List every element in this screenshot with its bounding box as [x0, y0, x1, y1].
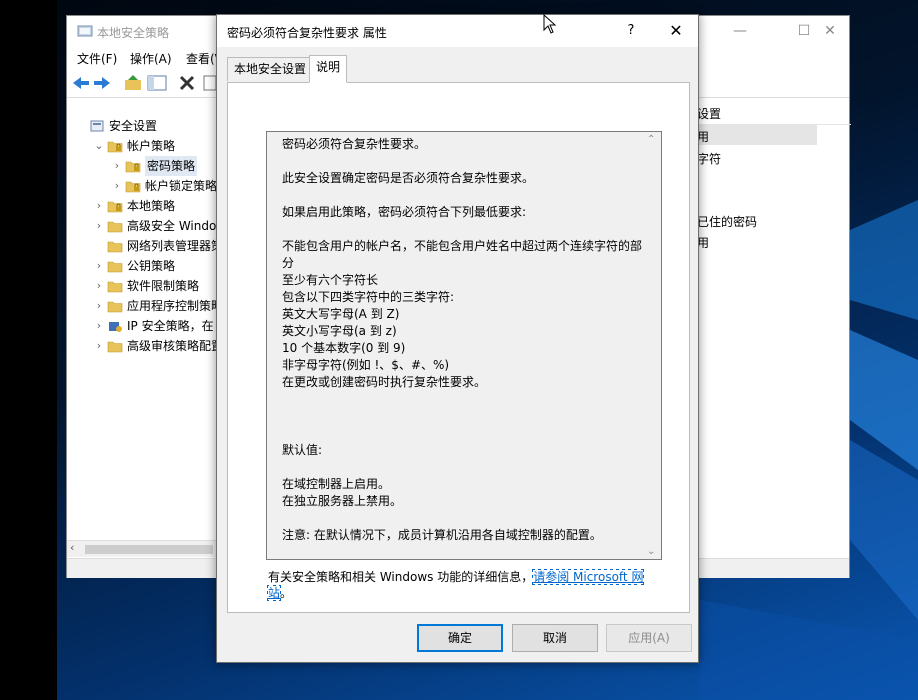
explain-tab-panel: 密码必须符合复杂性要求。 此安全设置确定密码是否必须符合复杂性要求。 如果启用此…	[227, 82, 690, 613]
expand-chevron-icon[interactable]: ›	[93, 276, 105, 296]
expand-chevron-icon[interactable]: ›	[93, 316, 105, 336]
maximize-icon[interactable]: ☐	[793, 20, 815, 42]
help-button[interactable]: ?	[619, 21, 643, 41]
expand-chevron-icon[interactable]: ›	[93, 216, 105, 236]
list-item[interactable]: 已住的密码	[697, 213, 757, 230]
expand-chevron-icon[interactable]: ›	[93, 196, 105, 216]
explain-text: 密码必须符合复杂性要求。 此安全设置确定密码是否必须符合复杂性要求。 如果启用此…	[282, 137, 643, 542]
info-text: 有关安全策略和相关 Windows 功能的详细信息，	[268, 570, 534, 584]
list-item[interactable]: 字符	[697, 150, 721, 167]
explain-textbox[interactable]: 密码必须符合复杂性要求。 此安全设置确定密码是否必须符合复杂性要求。 如果启用此…	[266, 131, 662, 560]
menu-file[interactable]: 文件(F)	[77, 50, 117, 67]
tree-item-label: 软件限制策略	[127, 279, 200, 293]
scroll-up-icon[interactable]: ⌃	[647, 134, 655, 145]
cancel-button[interactable]: 取消	[512, 624, 598, 652]
tab-explain[interactable]: 说明	[309, 55, 348, 83]
show-hide-tree-icon[interactable]	[147, 74, 167, 92]
column-header-setting[interactable]: 设置	[689, 103, 851, 125]
scroll-left-icon[interactable]: ‹	[70, 541, 74, 554]
expand-chevron-icon[interactable]: ›	[93, 336, 105, 356]
delete-icon[interactable]	[177, 74, 197, 92]
tree-item-label: 帐户策略	[127, 139, 176, 153]
tree-item-label: 高级审核策略配置	[127, 339, 217, 353]
info-suffix: 。	[280, 586, 293, 600]
details-pane: 设置 用 字符 已住的密码 用	[689, 99, 851, 539]
password-complexity-properties-dialog: 密码必须符合复杂性要求 属性 ? ✕ 本地安全设置 说明 密码必须符合复杂性要求…	[216, 14, 699, 663]
tree-item-label: 密码策略	[145, 156, 198, 176]
minimize-icon[interactable]: —	[729, 20, 751, 42]
folder-icon	[107, 301, 123, 313]
tree-item-label: 公钥策略	[127, 259, 176, 273]
folder-icon	[107, 341, 123, 353]
local-security-policy-app-icon	[77, 25, 93, 37]
back-arrow-icon[interactable]	[71, 74, 91, 92]
tree-item-label: 本地策略	[127, 199, 176, 213]
collapse-chevron-icon[interactable]: ⌄	[93, 136, 105, 156]
apply-button[interactable]: 应用(A)	[606, 624, 692, 652]
mmc-title: 本地安全策略	[97, 26, 170, 40]
expand-chevron-icon[interactable]: ›	[93, 296, 105, 316]
tree-item-label: IP 安全策略，在 本地	[127, 319, 217, 333]
tab-local-security-setting[interactable]: 本地安全设置	[227, 57, 314, 81]
tree-item-label: 安全设置	[109, 119, 158, 133]
tree-item-label: 高级安全 Windows	[127, 219, 217, 233]
ok-button[interactable]: 确定	[417, 624, 503, 652]
up-folder-icon[interactable]	[123, 74, 143, 92]
folder-lock-icon	[107, 201, 123, 213]
expand-chevron-icon[interactable]: ›	[111, 176, 123, 196]
folder-icon	[107, 261, 123, 273]
navigation-tree: 安全设置 ⌄ 帐户策略 › 密码策略 › 帐户锁定策略 › 本地策略 › 高级安全 Windows 网…	[67, 99, 217, 539]
dialog-title: 密码必须符合复杂性要求 属性	[227, 26, 387, 40]
menu-action[interactable]: 操作(A)	[130, 50, 172, 67]
tree-horizontal-scrollbar[interactable]: ‹	[67, 540, 217, 557]
folder-icon	[107, 221, 123, 233]
mouse-cursor-icon	[543, 14, 557, 34]
folder-lock-icon	[125, 181, 141, 193]
tree-item-label: 网络列表管理器策略	[127, 239, 217, 253]
security-settings-icon	[90, 120, 104, 132]
folder-lock-icon	[125, 161, 141, 173]
dialog-title-bar: 密码必须符合复杂性要求 属性 ? ✕	[217, 15, 698, 47]
expand-chevron-icon[interactable]: ›	[93, 256, 105, 276]
folder-icon	[107, 281, 123, 293]
explain-vertical-scrollbar[interactable]: ⌃ ⌄	[644, 132, 661, 559]
scrollbar-thumb[interactable]	[85, 545, 213, 554]
scroll-down-icon[interactable]: ⌄	[647, 546, 655, 557]
info-paragraph: 有关安全策略和相关 Windows 功能的详细信息，请参阅 Microsoft …	[266, 569, 658, 601]
tree-item-label: 应用程序控制策略	[127, 299, 217, 313]
folder-lock-icon	[107, 141, 123, 153]
ip-security-icon	[109, 322, 122, 332]
expand-chevron-icon[interactable]: ›	[111, 156, 123, 176]
folder-icon	[107, 241, 123, 253]
close-icon[interactable]: ✕	[819, 20, 841, 42]
dialog-close-button[interactable]: ✕	[663, 20, 689, 42]
forward-arrow-icon[interactable]	[92, 74, 112, 92]
tree-item-label: 帐户锁定策略	[145, 179, 217, 193]
